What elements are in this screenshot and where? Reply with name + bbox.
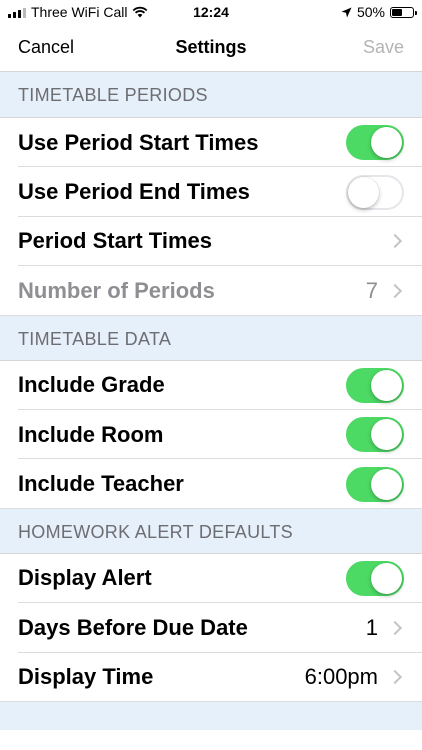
row-include-grade: Include Grade xyxy=(0,360,422,411)
navigation-bar: Cancel Settings Save xyxy=(0,24,422,72)
save-button[interactable]: Save xyxy=(363,37,404,58)
row-label: Display Alert xyxy=(18,565,152,591)
row-accessory xyxy=(387,234,404,249)
toggle-knob xyxy=(371,369,402,401)
toggle-knob xyxy=(371,562,402,594)
section-header-timetable-data: TIMETABLE DATA xyxy=(0,315,422,361)
battery-icon xyxy=(390,6,417,18)
row-label: Period Start Times xyxy=(18,228,212,254)
location-arrow-icon xyxy=(341,7,352,17)
row-label: Use Period End Times xyxy=(18,179,250,205)
section-footer-fill xyxy=(0,701,422,730)
chevron-right-icon xyxy=(387,234,403,249)
chevron-right-icon xyxy=(387,620,403,635)
row-display-alert: Display Alert xyxy=(0,553,422,604)
chevron-right-icon xyxy=(387,670,403,685)
row-label: Include Grade xyxy=(18,372,165,398)
row-use-period-start-times: Use Period Start Times xyxy=(0,118,422,168)
row-accessory: 6:00pm xyxy=(305,664,404,690)
toggle-knob xyxy=(371,468,402,500)
row-label: Number of Periods xyxy=(18,277,215,303)
row-label: Include Teacher xyxy=(18,471,184,497)
row-label: Days Before Due Date xyxy=(18,614,248,640)
include-teacher-toggle[interactable] xyxy=(346,466,404,502)
wifi-icon xyxy=(133,6,148,18)
use-period-start-times-toggle[interactable] xyxy=(346,125,404,161)
row-include-room: Include Room xyxy=(0,409,422,460)
chevron-right-icon xyxy=(387,283,403,298)
include-room-toggle[interactable] xyxy=(346,417,404,453)
row-accessory: 1 xyxy=(366,615,404,641)
section-header-homework-alert-defaults: HOMEWORK ALERT DEFAULTS xyxy=(0,508,422,554)
battery-percent: 50% xyxy=(356,4,385,20)
use-period-end-times-toggle[interactable] xyxy=(346,174,404,210)
number-of-periods-value: 7 xyxy=(365,277,378,303)
row-label: Display Time xyxy=(18,664,154,690)
row-period-start-times[interactable]: Period Start Times xyxy=(0,216,422,267)
battery-level-fill xyxy=(392,8,402,16)
row-number-of-periods[interactable]: Number of Periods 7 xyxy=(0,266,422,316)
row-use-period-end-times: Use Period End Times xyxy=(0,167,422,218)
toggle-knob xyxy=(371,127,402,159)
status-bar: Three WiFi Call 12:24 50% xyxy=(0,0,422,24)
row-label: Use Period Start Times xyxy=(18,129,259,155)
display-time-value: 6:00pm xyxy=(304,664,378,690)
section-header-timetable-periods: TIMETABLE PERIODS xyxy=(0,72,422,118)
row-accessory: 7 xyxy=(366,278,404,304)
row-include-teacher: Include Teacher xyxy=(0,459,422,510)
row-display-time[interactable]: Display Time 6:00pm xyxy=(0,652,422,703)
signal-strength-icon xyxy=(8,7,26,18)
include-grade-toggle[interactable] xyxy=(346,367,404,403)
row-label: Include Room xyxy=(18,421,164,447)
days-before-due-date-value: 1 xyxy=(365,614,378,640)
status-left: Three WiFi Call xyxy=(8,4,148,20)
carrier-name: Three WiFi Call xyxy=(31,4,128,20)
status-right: 50% xyxy=(341,4,417,20)
toggle-knob xyxy=(348,176,379,208)
cancel-button[interactable]: Cancel xyxy=(18,37,74,58)
row-days-before-due-date[interactable]: Days Before Due Date 1 xyxy=(0,603,422,653)
toggle-knob xyxy=(371,419,402,451)
display-alert-toggle[interactable] xyxy=(346,560,404,596)
